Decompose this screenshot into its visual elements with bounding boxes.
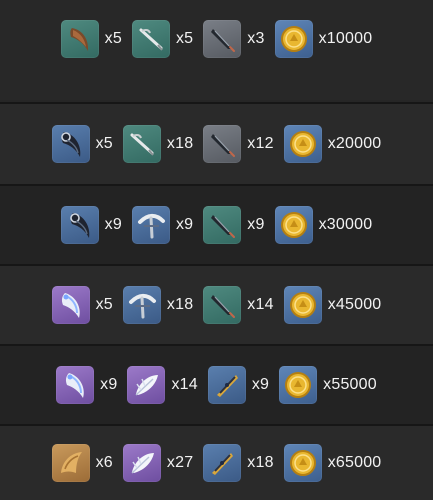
quantity-label: x3 — [247, 30, 265, 47]
cost-row-6: x6 x27 x18 x65000 — [0, 426, 433, 500]
quantity-label: x55000 — [323, 376, 377, 393]
material-item[interactable]: x45000 — [283, 286, 382, 324]
quantity-label: x65000 — [327, 454, 382, 471]
bone-blade-icon — [131, 20, 170, 58]
bone-blade-icon — [122, 125, 161, 163]
gold-coin-icon — [274, 206, 313, 244]
bone-horn-icon — [122, 286, 161, 324]
golden-fang-icon — [207, 366, 246, 404]
material-item[interactable]: x6 — [51, 444, 113, 482]
quantity-label: x9 — [251, 376, 270, 393]
material-item[interactable]: x20000 — [283, 125, 382, 163]
material-item[interactable]: x14 — [203, 286, 274, 324]
material-item[interactable]: x9 — [56, 366, 117, 404]
quantity-label: x45000 — [327, 296, 382, 313]
gold-coin-icon — [283, 444, 322, 482]
bone-horn-icon — [131, 206, 170, 244]
quantity-label: x30000 — [318, 216, 373, 233]
quantity-label: x18 — [247, 454, 274, 471]
cost-row-1: x5 x5 x3 x10000 — [0, 0, 433, 100]
material-item[interactable]: x65000 — [283, 444, 382, 482]
material-item[interactable]: x10000 — [274, 20, 373, 58]
material-item[interactable]: x55000 — [279, 366, 377, 404]
quantity-label: x18 — [166, 296, 194, 313]
quantity-label: x5 — [104, 30, 122, 47]
cost-row-4: x5 x18 x14 x45000 — [0, 266, 433, 344]
quantity-label: x9 — [175, 216, 194, 233]
brown-claw-icon — [60, 20, 99, 58]
quantity-label: x10000 — [318, 30, 373, 47]
material-item[interactable]: x27 — [122, 444, 194, 482]
silver-claw-icon — [56, 366, 95, 404]
gold-coin-icon — [283, 125, 322, 163]
quantity-label: x9 — [104, 216, 122, 233]
quantity-label: x12 — [247, 135, 274, 152]
material-item[interactable]: x9 — [207, 366, 270, 404]
cost-row-5: x9 x14 x9 x55000 — [0, 346, 433, 424]
material-item[interactable]: x9 — [131, 206, 194, 244]
material-item[interactable]: x12 — [203, 125, 274, 163]
material-item[interactable]: x5 — [60, 20, 122, 58]
quantity-label: x5 — [95, 135, 113, 152]
material-item[interactable]: x5 — [51, 125, 113, 163]
quantity-label: x9 — [247, 216, 265, 233]
white-feather-icon — [122, 444, 161, 482]
dark-fang-icon — [203, 286, 242, 324]
quantity-label: x14 — [247, 296, 274, 313]
material-item[interactable]: x14 — [127, 366, 198, 404]
material-item[interactable]: x30000 — [274, 206, 373, 244]
material-item[interactable]: x9 — [60, 206, 122, 244]
black-claw-icon — [51, 125, 90, 163]
gold-coin-icon — [279, 366, 318, 404]
dark-fang-icon — [203, 125, 242, 163]
gold-coin-icon — [274, 20, 313, 58]
quantity-label: x5 — [95, 296, 113, 313]
quantity-label: x20000 — [327, 135, 382, 152]
material-item[interactable]: x5 — [51, 286, 113, 324]
white-feather-icon — [127, 366, 166, 404]
golden-horn-icon — [51, 444, 90, 482]
cost-row-2: x5 x18 x12 x20000 — [0, 104, 433, 184]
quantity-label: x9 — [100, 376, 118, 393]
quantity-label: x14 — [171, 376, 198, 393]
material-item[interactable]: x5 — [131, 20, 194, 58]
material-item[interactable]: x18 — [122, 125, 194, 163]
golden-fang-icon — [203, 444, 242, 482]
material-item[interactable]: x18 — [122, 286, 194, 324]
material-item[interactable]: x3 — [203, 20, 264, 58]
silver-claw-icon — [51, 286, 90, 324]
quantity-label: x5 — [175, 30, 194, 47]
material-item[interactable]: x18 — [203, 444, 274, 482]
dark-fang-icon — [203, 206, 242, 244]
black-claw-icon — [60, 206, 99, 244]
cost-row-3: x9 x9 x9 x30000 — [0, 186, 433, 264]
dark-fang-icon — [203, 20, 242, 58]
quantity-label: x6 — [95, 454, 113, 471]
quantity-label: x18 — [166, 135, 194, 152]
material-item[interactable]: x9 — [203, 206, 264, 244]
quantity-label: x27 — [166, 454, 194, 471]
gold-coin-icon — [283, 286, 322, 324]
material-cost-table: x5 x5 x3 x10000 x5 x18 x12 x20000 x9 x9 … — [0, 0, 433, 500]
